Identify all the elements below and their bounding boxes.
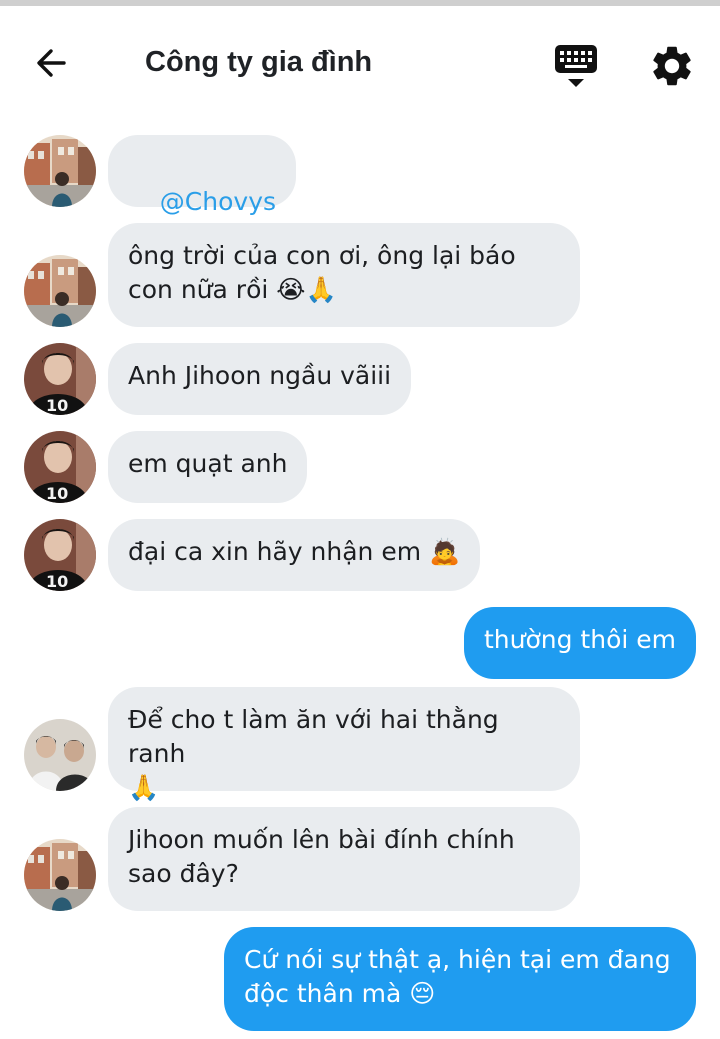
back-button[interactable] xyxy=(30,42,82,86)
message-bubble-outgoing[interactable]: Cứ nói sự thật ạ, hiện tại em đang độc t… xyxy=(224,927,696,1031)
message-row-outgoing: thường thôi em xyxy=(0,607,720,679)
message-row: @Chovys xyxy=(0,135,720,216)
mention-link[interactable]: @Chovys xyxy=(160,187,276,216)
keyboard-button[interactable] xyxy=(553,42,599,92)
message-bubble-outgoing[interactable]: thường thôi em xyxy=(463,607,696,679)
avatar[interactable] xyxy=(24,719,96,791)
avatar[interactable] xyxy=(24,255,96,327)
avatar[interactable] xyxy=(24,431,96,503)
message-bubble[interactable]: Để cho t làm ăn với hai thằng ranh 🙏 xyxy=(108,687,580,802)
message-bubble[interactable]: @Chovys xyxy=(108,135,297,216)
message-bubble[interactable]: em quạt anh xyxy=(108,431,308,503)
arrow-left-icon xyxy=(37,49,66,77)
message-row: em quạt anh xyxy=(0,431,720,503)
settings-button[interactable] xyxy=(648,42,696,90)
message-bubble[interactable]: Anh Jihoon ngầu vãiii xyxy=(108,343,412,415)
message-bubble[interactable]: đại ca xin hãy nhận em 🙇 xyxy=(108,519,481,591)
message-bubble[interactable]: ông trời của con ơi, ông lại báo con nữa… xyxy=(108,223,580,327)
message-row: đại ca xin hãy nhận em 🙇 xyxy=(0,519,720,591)
avatar[interactable] xyxy=(24,343,96,415)
message-bubble[interactable]: Jihoon muốn lên bài đính chính sao đây? xyxy=(108,807,580,911)
chat-header: Công ty gia đình xyxy=(0,6,720,116)
message-row-outgoing: Cứ nói sự thật ạ, hiện tại em đang độc t… xyxy=(0,927,720,1031)
chat-title: Công ty gia đình xyxy=(145,46,373,78)
message-row: Anh Jihoon ngầu vãiii xyxy=(0,343,720,415)
message-row: Để cho t làm ăn với hai thằng ranh 🙏 xyxy=(0,687,720,802)
gear-icon xyxy=(653,46,691,86)
avatar[interactable] xyxy=(24,135,96,207)
message-row: ông trời của con ơi, ông lại báo con nữa… xyxy=(0,223,720,327)
avatar[interactable] xyxy=(24,519,96,591)
avatar[interactable] xyxy=(24,839,96,911)
keyboard-icon xyxy=(555,45,597,87)
message-row: Jihoon muốn lên bài đính chính sao đây? xyxy=(0,807,720,911)
